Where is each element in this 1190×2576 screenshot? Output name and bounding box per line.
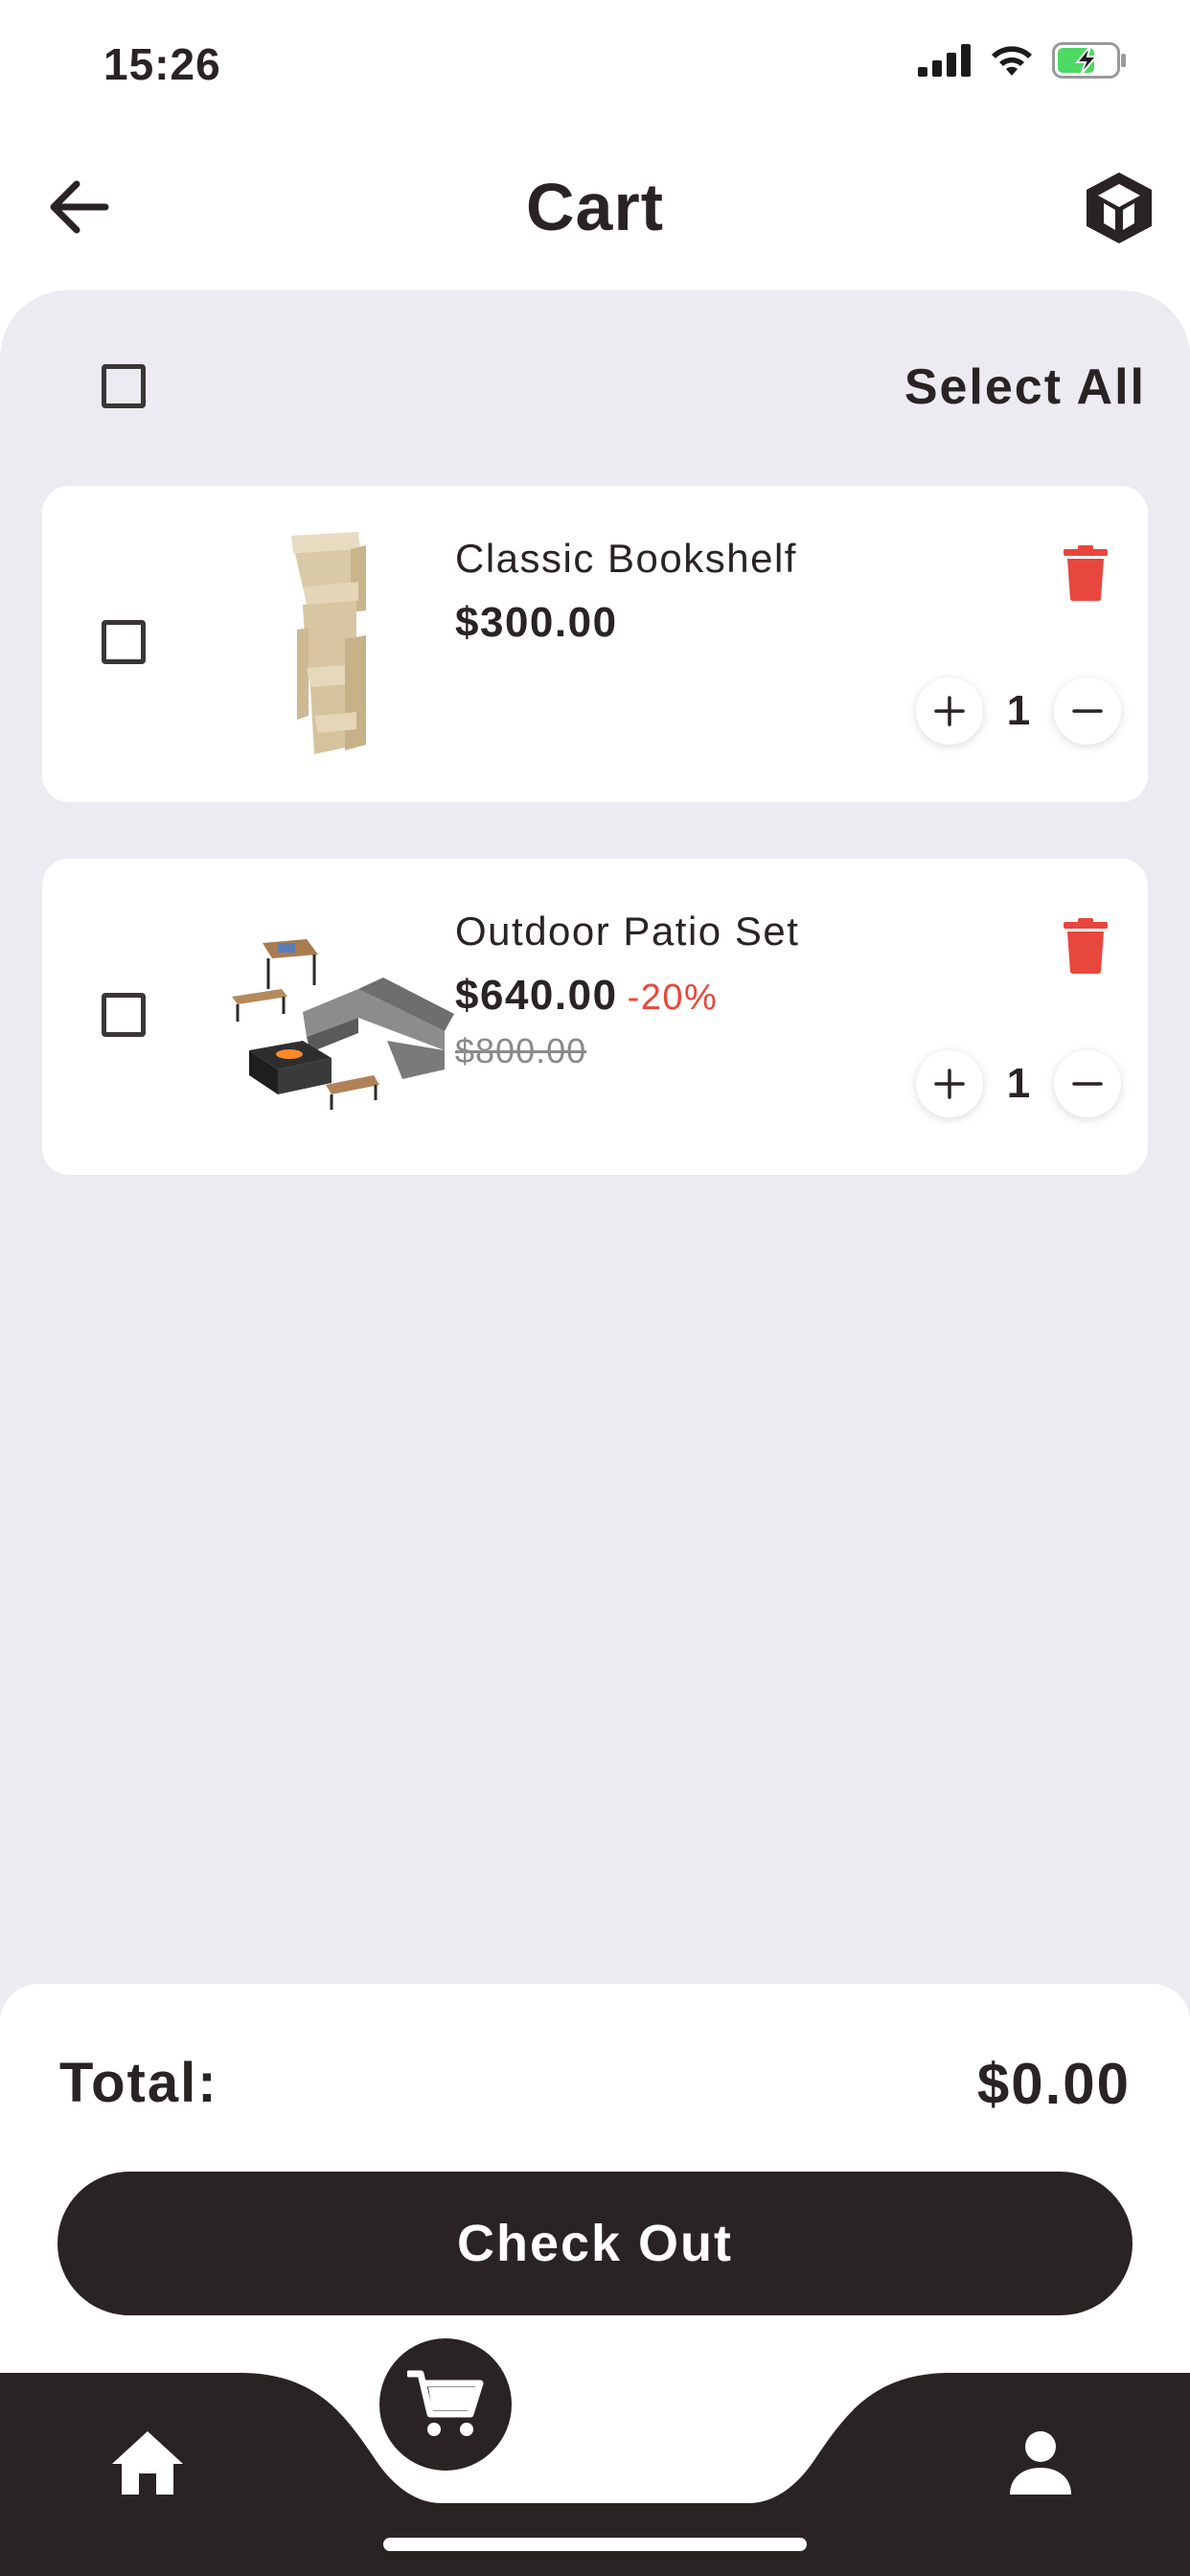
logo-button[interactable] <box>1083 169 1156 245</box>
trash-icon <box>1064 545 1108 601</box>
item-price: $300.00 <box>455 599 618 647</box>
delete-button[interactable] <box>1064 918 1108 974</box>
item-price-value: $640.00 <box>455 972 618 1019</box>
item-name: Outdoor Patio Set <box>455 908 800 954</box>
patio-set-image <box>215 897 464 1137</box>
heart-icon <box>707 2433 780 2495</box>
total-label: Total: <box>59 2052 218 2114</box>
home-indicator <box>383 2538 807 2551</box>
item-price-value: $300.00 <box>455 599 618 646</box>
cube-logo-icon <box>1087 172 1152 243</box>
select-all-label[interactable]: Select All <box>904 358 1146 416</box>
home-icon <box>112 2431 183 2495</box>
item-original-price: $800.00 <box>455 1031 587 1070</box>
signal-icon <box>918 44 971 77</box>
select-all-checkbox[interactable] <box>102 364 146 408</box>
profile-icon <box>1010 2431 1071 2495</box>
increment-button[interactable] <box>916 1050 983 1117</box>
minus-icon <box>1072 709 1103 713</box>
nav-profile[interactable] <box>993 2415 1088 2511</box>
cart-item: Outdoor Patio Set $640.00 -20% $800.00 1 <box>42 859 1148 1175</box>
decrement-button[interactable] <box>1054 1050 1121 1117</box>
wifi-icon <box>992 46 1032 76</box>
nav-cart[interactable] <box>379 2338 512 2471</box>
item-checkbox[interactable] <box>102 620 146 664</box>
plus-icon <box>934 696 965 726</box>
page-title: Cart <box>525 170 665 244</box>
item-quantity: 1 <box>1006 687 1031 734</box>
item-checkbox[interactable] <box>102 993 146 1037</box>
total-value: $0.00 <box>976 2052 1131 2116</box>
minus-icon <box>1072 1082 1103 1086</box>
trash-icon <box>1064 918 1108 974</box>
cart-item: Classic Bookshelf $300.00 1 <box>42 486 1148 802</box>
bookshelf-image <box>215 524 464 764</box>
cart-icon <box>407 2370 484 2436</box>
status-time: 15:26 <box>103 39 221 89</box>
nav-favorites[interactable] <box>696 2415 791 2511</box>
item-price: $640.00 -20% <box>455 972 718 1020</box>
item-name: Classic Bookshelf <box>455 536 797 581</box>
increment-button[interactable] <box>916 678 983 745</box>
plus-icon <box>934 1069 965 1099</box>
quantity-stepper: 1 <box>916 1050 1121 1117</box>
delete-button[interactable] <box>1064 545 1108 601</box>
item-quantity: 1 <box>1006 1060 1031 1107</box>
battery-charging-icon <box>1052 42 1126 79</box>
status-icons <box>918 42 1129 79</box>
discount-badge: -20% <box>627 978 719 1018</box>
quantity-stepper: 1 <box>916 678 1121 745</box>
decrement-button[interactable] <box>1054 678 1121 745</box>
checkout-button[interactable]: Check Out <box>57 2172 1133 2315</box>
nav-home[interactable] <box>100 2415 195 2511</box>
